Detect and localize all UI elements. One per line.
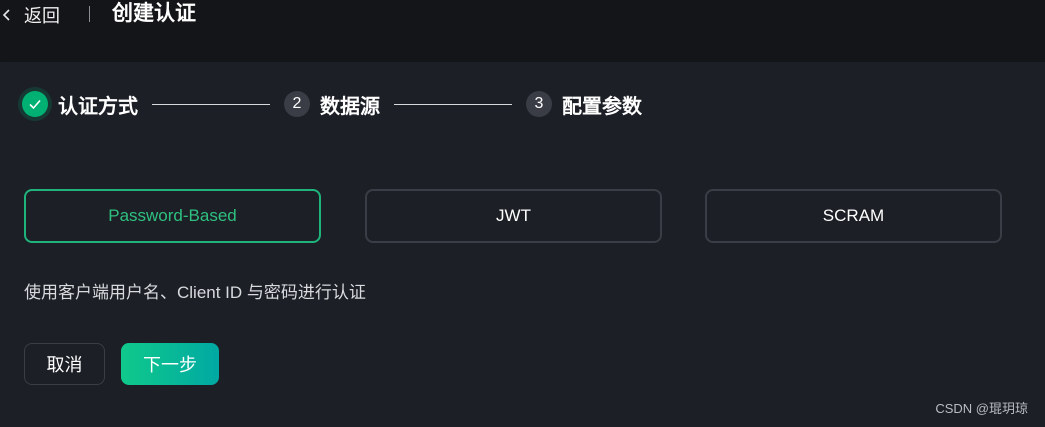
option-scram[interactable]: SCRAM [705, 189, 1002, 243]
step-config-params: 3 配置参数 [526, 90, 642, 119]
main-panel: 认证方式 2 数据源 3 配置参数 Password-Based JWT SCR… [0, 62, 1045, 427]
back-button[interactable]: 返回 [0, 2, 60, 28]
option-password-based[interactable]: Password-Based [24, 189, 321, 243]
next-step-button[interactable]: 下一步 [121, 343, 219, 385]
step-connector [152, 103, 270, 105]
step-data-source: 2 数据源 [284, 90, 380, 119]
watermark: CSDN @琨玥琼 [935, 401, 1028, 416]
step-label: 认证方式 [58, 95, 138, 118]
step-number: 2 [284, 91, 310, 117]
step-auth-method: 认证方式 [22, 90, 138, 119]
stepper: 认证方式 2 数据源 3 配置参数 [22, 89, 642, 119]
header-divider [89, 6, 90, 22]
step-number: 3 [526, 91, 552, 117]
top-bar: 返回 创建认证 [0, 0, 1045, 62]
option-jwt[interactable]: JWT [365, 189, 662, 243]
step-complete-check-icon [22, 91, 48, 117]
page-title: 创建认证 [112, 2, 196, 25]
auth-method-description: 使用客户端用户名、Client ID 与密码进行认证 [24, 283, 366, 302]
step-connector [394, 103, 512, 105]
back-label: 返回 [24, 6, 60, 26]
chevron-left-icon [0, 5, 16, 25]
cancel-button[interactable]: 取消 [24, 343, 105, 385]
step-label: 配置参数 [562, 95, 642, 118]
step-label: 数据源 [320, 95, 380, 118]
